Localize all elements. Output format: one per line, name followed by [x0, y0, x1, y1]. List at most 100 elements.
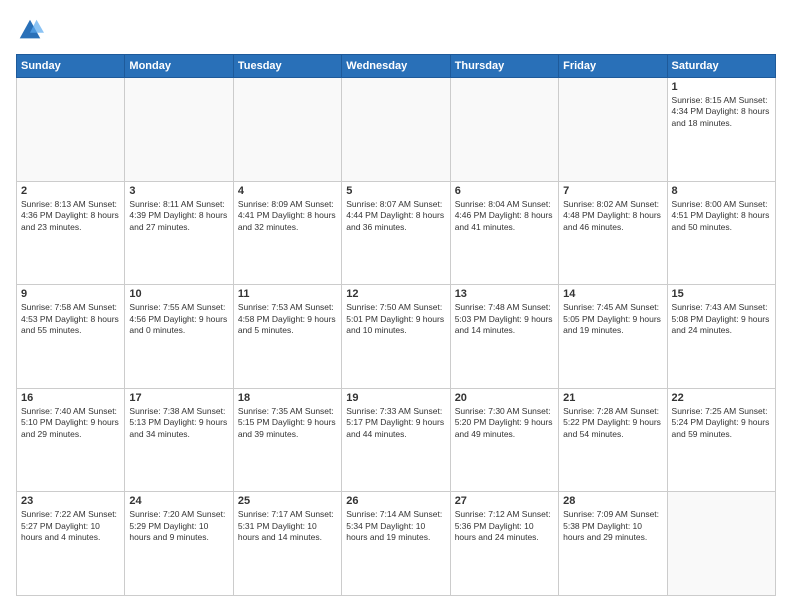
day-info: Sunrise: 8:11 AM Sunset: 4:39 PM Dayligh… — [129, 199, 228, 233]
day-info: Sunrise: 8:07 AM Sunset: 4:44 PM Dayligh… — [346, 199, 445, 233]
calendar-table: SundayMondayTuesdayWednesdayThursdayFrid… — [16, 54, 776, 596]
calendar-cell: 5 Sunrise: 8:07 AM Sunset: 4:44 PM Daylig… — [342, 181, 450, 285]
day-number: 26 — [346, 495, 445, 507]
calendar-cell: 18 Sunrise: 7:35 AM Sunset: 5:15 PM Dayli… — [233, 388, 341, 492]
day-number: 18 — [238, 392, 337, 404]
page: SundayMondayTuesdayWednesdayThursdayFrid… — [0, 0, 792, 612]
calendar-cell — [342, 78, 450, 182]
calendar-cell: 14 Sunrise: 7:45 AM Sunset: 5:05 PM Dayli… — [559, 285, 667, 389]
day-number: 25 — [238, 495, 337, 507]
calendar-cell: 20Sunrise: 7:30 AM Sunset: 5:20 PM Dayli… — [450, 388, 558, 492]
weekday-header: Tuesday — [233, 55, 341, 78]
day-info: Sunrise: 7:38 AM Sunset: 5:13 PM Dayligh… — [129, 406, 228, 440]
calendar-cell: 3Sunrise: 8:11 AM Sunset: 4:39 PM Daylig… — [125, 181, 233, 285]
day-number: 12 — [346, 288, 445, 300]
calendar-cell: 17 Sunrise: 7:38 AM Sunset: 5:13 PM Dayli… — [125, 388, 233, 492]
calendar-cell: 8 Sunrise: 8:00 AM Sunset: 4:51 PM Daylig… — [667, 181, 775, 285]
day-info: Sunrise: 7:35 AM Sunset: 5:15 PM Dayligh… — [238, 406, 337, 440]
day-info: Sunrise: 7:25 AM Sunset: 5:24 PM Dayligh… — [672, 406, 771, 440]
day-info: Sunrise: 7:12 AM Sunset: 5:36 PM Dayligh… — [455, 509, 554, 543]
day-number: 10 — [129, 288, 228, 300]
weekday-header: Monday — [125, 55, 233, 78]
calendar-cell: 22Sunrise: 7:25 AM Sunset: 5:24 PM Dayli… — [667, 388, 775, 492]
day-info: Sunrise: 7:22 AM Sunset: 5:27 PM Dayligh… — [21, 509, 120, 543]
day-number: 5 — [346, 185, 445, 197]
calendar-cell: 28 Sunrise: 7:09 AM Sunset: 5:38 PM Dayli… — [559, 492, 667, 596]
day-info: Sunrise: 7:45 AM Sunset: 5:05 PM Dayligh… — [563, 302, 662, 336]
day-info: Sunrise: 8:13 AM Sunset: 4:36 PM Dayligh… — [21, 199, 120, 233]
header — [16, 16, 776, 44]
day-number: 1 — [672, 81, 771, 93]
day-number: 23 — [21, 495, 120, 507]
day-number: 27 — [455, 495, 554, 507]
day-info: Sunrise: 7:14 AM Sunset: 5:34 PM Dayligh… — [346, 509, 445, 543]
day-info: Sunrise: 8:09 AM Sunset: 4:41 PM Dayligh… — [238, 199, 337, 233]
day-info: Sunrise: 7:48 AM Sunset: 5:03 PM Dayligh… — [455, 302, 554, 336]
logo — [16, 16, 46, 44]
day-info: Sunrise: 8:15 AM Sunset: 4:34 PM Dayligh… — [672, 95, 771, 129]
day-number: 16 — [21, 392, 120, 404]
calendar-cell: 7 Sunrise: 8:02 AM Sunset: 4:48 PM Daylig… — [559, 181, 667, 285]
calendar-cell: 10 Sunrise: 7:55 AM Sunset: 4:56 PM Dayli… — [125, 285, 233, 389]
calendar-cell: 9 Sunrise: 7:58 AM Sunset: 4:53 PM Daylig… — [17, 285, 125, 389]
day-info: Sunrise: 8:04 AM Sunset: 4:46 PM Dayligh… — [455, 199, 554, 233]
day-info: Sunrise: 8:00 AM Sunset: 4:51 PM Dayligh… — [672, 199, 771, 233]
weekday-header-row: SundayMondayTuesdayWednesdayThursdayFrid… — [17, 55, 776, 78]
day-info: Sunrise: 7:55 AM Sunset: 4:56 PM Dayligh… — [129, 302, 228, 336]
day-number: 11 — [238, 288, 337, 300]
day-info: Sunrise: 7:53 AM Sunset: 4:58 PM Dayligh… — [238, 302, 337, 336]
calendar-cell: 21 Sunrise: 7:28 AM Sunset: 5:22 PM Dayli… — [559, 388, 667, 492]
weekday-header: Sunday — [17, 55, 125, 78]
calendar-cell — [125, 78, 233, 182]
calendar-week-row: 1 Sunrise: 8:15 AM Sunset: 4:34 PM Daylig… — [17, 78, 776, 182]
day-number: 8 — [672, 185, 771, 197]
weekday-header: Saturday — [667, 55, 775, 78]
calendar-cell — [667, 492, 775, 596]
day-number: 13 — [455, 288, 554, 300]
calendar-cell: 25 Sunrise: 7:17 AM Sunset: 5:31 PM Dayli… — [233, 492, 341, 596]
weekday-header: Friday — [559, 55, 667, 78]
day-number: 9 — [21, 288, 120, 300]
calendar-cell: 4 Sunrise: 8:09 AM Sunset: 4:41 PM Daylig… — [233, 181, 341, 285]
calendar-week-row: 9 Sunrise: 7:58 AM Sunset: 4:53 PM Daylig… — [17, 285, 776, 389]
day-number: 14 — [563, 288, 662, 300]
calendar-cell: 23 Sunrise: 7:22 AM Sunset: 5:27 PM Dayli… — [17, 492, 125, 596]
day-info: Sunrise: 7:50 AM Sunset: 5:01 PM Dayligh… — [346, 302, 445, 336]
weekday-header: Thursday — [450, 55, 558, 78]
day-number: 28 — [563, 495, 662, 507]
weekday-header: Wednesday — [342, 55, 450, 78]
day-number: 20 — [455, 392, 554, 404]
calendar-week-row: 2 Sunrise: 8:13 AM Sunset: 4:36 PM Daylig… — [17, 181, 776, 285]
day-info: Sunrise: 7:28 AM Sunset: 5:22 PM Dayligh… — [563, 406, 662, 440]
day-info: Sunrise: 7:17 AM Sunset: 5:31 PM Dayligh… — [238, 509, 337, 543]
calendar-cell: 1 Sunrise: 8:15 AM Sunset: 4:34 PM Daylig… — [667, 78, 775, 182]
calendar-week-row: 23 Sunrise: 7:22 AM Sunset: 5:27 PM Dayli… — [17, 492, 776, 596]
calendar-cell: 16 Sunrise: 7:40 AM Sunset: 5:10 PM Dayli… — [17, 388, 125, 492]
calendar-cell — [17, 78, 125, 182]
day-number: 7 — [563, 185, 662, 197]
day-number: 2 — [21, 185, 120, 197]
calendar-cell — [233, 78, 341, 182]
day-info: Sunrise: 7:33 AM Sunset: 5:17 PM Dayligh… — [346, 406, 445, 440]
calendar-cell: 26 Sunrise: 7:14 AM Sunset: 5:34 PM Dayli… — [342, 492, 450, 596]
day-number: 17 — [129, 392, 228, 404]
day-info: Sunrise: 7:20 AM Sunset: 5:29 PM Dayligh… — [129, 509, 228, 543]
calendar-cell: 6 Sunrise: 8:04 AM Sunset: 4:46 PM Daylig… — [450, 181, 558, 285]
calendar-cell: 27 Sunrise: 7:12 AM Sunset: 5:36 PM Dayli… — [450, 492, 558, 596]
calendar-cell: 13 Sunrise: 7:48 AM Sunset: 5:03 PM Dayli… — [450, 285, 558, 389]
day-info: Sunrise: 7:58 AM Sunset: 4:53 PM Dayligh… — [21, 302, 120, 336]
calendar-cell: 19 Sunrise: 7:33 AM Sunset: 5:17 PM Dayli… — [342, 388, 450, 492]
day-number: 6 — [455, 185, 554, 197]
day-number: 21 — [563, 392, 662, 404]
calendar-cell: 11 Sunrise: 7:53 AM Sunset: 4:58 PM Dayli… — [233, 285, 341, 389]
logo-icon — [16, 16, 44, 44]
day-info: Sunrise: 7:40 AM Sunset: 5:10 PM Dayligh… — [21, 406, 120, 440]
calendar-cell: 24 Sunrise: 7:20 AM Sunset: 5:29 PM Dayli… — [125, 492, 233, 596]
calendar-week-row: 16 Sunrise: 7:40 AM Sunset: 5:10 PM Dayli… — [17, 388, 776, 492]
day-info: Sunrise: 8:02 AM Sunset: 4:48 PM Dayligh… — [563, 199, 662, 233]
day-info: Sunrise: 7:09 AM Sunset: 5:38 PM Dayligh… — [563, 509, 662, 543]
day-number: 24 — [129, 495, 228, 507]
day-number: 19 — [346, 392, 445, 404]
calendar-cell: 12 Sunrise: 7:50 AM Sunset: 5:01 PM Dayli… — [342, 285, 450, 389]
day-number: 4 — [238, 185, 337, 197]
